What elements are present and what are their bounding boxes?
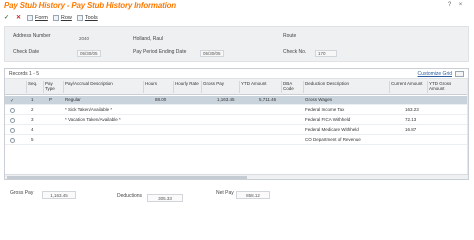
grid-toolbar: Records 1 - 5 Customize Grid — [5, 69, 468, 79]
totals-bar: Gross Pay 1,163.45 Deductions 305.33 Net… — [0, 185, 474, 205]
deductions-label: Deductions — [117, 193, 143, 199]
col-header-pay-type[interactable]: Pay Type — [43, 81, 63, 93]
pay-stub-grid: Records 1 - 5 Customize Grid Seq. Pay Ty… — [4, 68, 469, 180]
row-select-radio[interactable] — [10, 128, 15, 133]
col-header-dba[interactable]: DBA Code — [281, 81, 303, 93]
cancel-button[interactable]: ✕ — [15, 14, 22, 21]
check-no-label: Check No. — [283, 49, 307, 55]
pay-period-field[interactable]: 05/30/05 — [200, 50, 224, 57]
pay-period-label: Pay Period Ending Date — [133, 49, 187, 55]
address-number-field[interactable]: 2040 — [77, 36, 91, 43]
row-select-radio[interactable] — [10, 108, 15, 113]
row-selected-icon: ✓ — [10, 97, 15, 104]
row-select-radio[interactable] — [10, 138, 15, 143]
checkmark-icon: ✓ — [3, 15, 10, 21]
table-row[interactable]: 5 CO Department of Revenue — [5, 136, 468, 145]
tools-icon — [76, 14, 83, 21]
gross-pay-field: 1,163.45 — [42, 191, 76, 199]
address-number-label: Address Number — [13, 33, 51, 39]
deductions-field: 305.33 — [147, 194, 183, 202]
window-title: Pay Stub History - Pay Stub History Info… — [4, 1, 176, 10]
header-panel: Address Number 2040 Holland, Raul Route … — [4, 26, 469, 62]
check-no-field[interactable]: 170 — [315, 50, 337, 57]
gross-pay-label: Gross Pay — [10, 190, 34, 196]
table-row[interactable]: 2 * Sick Taken/Available * Federal Incom… — [5, 106, 468, 115]
col-header-ytd-gross[interactable]: YTD Gross Amount — [427, 81, 467, 93]
col-header-pay-desc[interactable]: Pay/Accrual Description — [63, 81, 143, 93]
col-header-seq[interactable]: Seq. — [26, 81, 43, 93]
tools-menu[interactable]: Tools — [76, 14, 98, 21]
horizontal-scrollbar[interactable] — [5, 174, 468, 179]
net-pay-label: Net Pay — [216, 190, 234, 196]
col-header-current[interactable]: Current Amount — [389, 81, 427, 93]
check-date-label: Check Date — [13, 49, 40, 55]
table-row[interactable]: 3 * Vacation Taken/Available * Federal F… — [5, 116, 468, 125]
table-row[interactable]: 4 Federal Medicare Withheld 16.87 — [5, 126, 468, 135]
close-icon[interactable]: × — [457, 2, 464, 9]
col-header-ytd[interactable]: YTD Amount — [239, 81, 281, 93]
customize-grid-link[interactable]: Customize Grid — [418, 71, 452, 77]
window-titlebar: Pay Stub History - Pay Stub History Info… — [0, 0, 474, 11]
employee-name: Holland, Raul — [133, 36, 164, 42]
scrollbar-thumb[interactable] — [7, 176, 247, 179]
row-menu[interactable]: Row — [52, 14, 72, 21]
col-header-gross[interactable]: Gross Pay — [201, 81, 239, 93]
form-menu[interactable]: Form — [27, 14, 48, 21]
row-select-radio[interactable] — [10, 118, 15, 123]
help-icon[interactable]: ? — [446, 2, 453, 9]
table-row[interactable]: ✓ 1 P Regular 88.00 1,163.45 5,711.46 Gr… — [5, 96, 468, 105]
check-date-field[interactable]: 05/30/05 — [77, 50, 101, 57]
ok-button[interactable]: ✓ — [3, 14, 10, 21]
col-header-rate[interactable]: Hourly Rate — [173, 81, 201, 93]
col-header-deduction[interactable]: Deduction Description — [303, 81, 389, 93]
col-header-hours[interactable]: Hours — [143, 81, 173, 93]
row-icon — [52, 14, 59, 21]
close-icon: ✕ — [15, 15, 22, 21]
toolbar: ✓ ✕ Form Row Tools — [0, 11, 474, 24]
grid-options-icon[interactable] — [455, 70, 464, 77]
form-icon — [27, 14, 33, 21]
vertical-scrollbar[interactable] — [467, 79, 468, 179]
records-count: Records 1 - 5 — [9, 70, 40, 77]
net-pay-field: 858.12 — [236, 191, 270, 199]
grid-header: Seq. Pay Type Pay/Accrual Description Ho… — [5, 79, 468, 95]
route-label: Route — [283, 33, 297, 39]
